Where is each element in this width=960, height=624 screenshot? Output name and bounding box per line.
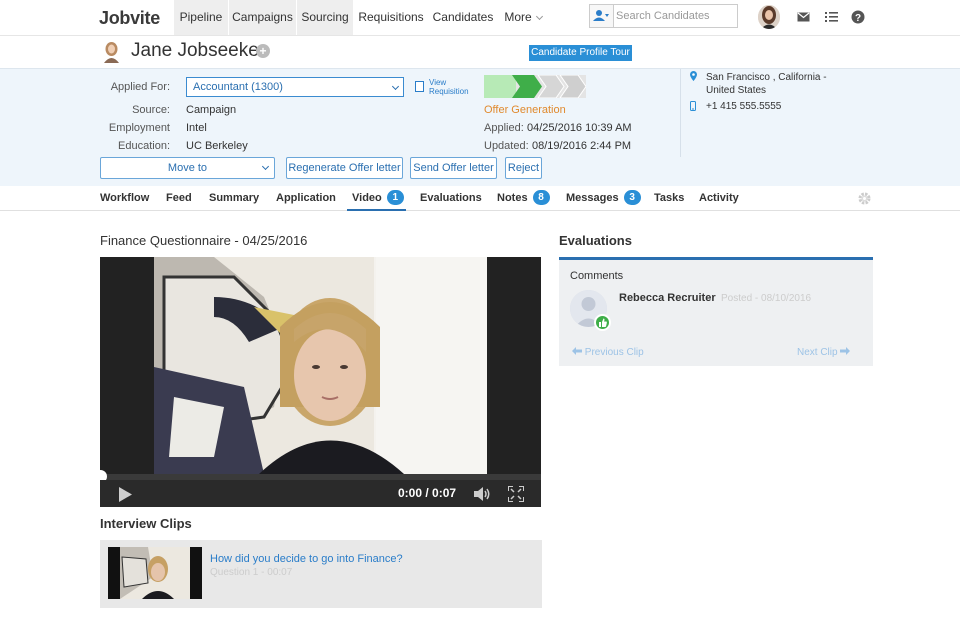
tab-evaluations[interactable]: Evaluations (420, 186, 482, 211)
next-clip-label: Next Clip (797, 347, 838, 358)
evaluations-title: Evaluations (559, 233, 632, 248)
video-controls: 0:00 / 0:07 (100, 480, 541, 507)
fullscreen-icon[interactable] (507, 485, 525, 505)
arrow-right-icon (840, 347, 851, 358)
tab-tasks[interactable]: Tasks (654, 186, 684, 211)
list-item[interactable]: How did you decide to go into Finance? Q… (100, 540, 542, 608)
nav-campaigns[interactable]: Campaigns (229, 0, 296, 35)
updated-date-value: 08/19/2016 2:44 PM (532, 140, 632, 152)
view-requisition-line1: View (429, 78, 447, 87)
chevron-down-icon (535, 12, 543, 21)
chevron-down-icon (391, 82, 400, 91)
video-count-badge: 1 (386, 190, 404, 205)
top-navigation: Jobvite Pipeline Campaigns Sourcing Requ… (0, 0, 960, 36)
pipeline-step-2 (512, 75, 542, 98)
help-icon[interactable]: ? (851, 10, 865, 27)
notes-count-badge: 8 (532, 190, 550, 205)
clip-thumbnail[interactable] (108, 547, 202, 599)
tab-messages[interactable]: Messages 3 (566, 186, 641, 211)
send-offer-letter-button[interactable]: Send Offer letter (410, 157, 497, 179)
nav-pipeline[interactable]: Pipeline (174, 0, 228, 35)
candidate-filter-icon[interactable] (590, 5, 614, 27)
chevron-down-icon (261, 162, 270, 171)
tab-video[interactable]: Video 1 (347, 186, 406, 211)
employment-value: Intel (186, 122, 207, 134)
candidate-avatar (102, 41, 121, 63)
location-line2: United States (706, 85, 767, 96)
tab-feed[interactable]: Feed (166, 186, 192, 211)
tab-notes[interactable]: Notes 8 (497, 186, 550, 211)
move-to-label: Move to (167, 162, 208, 174)
nav-candidates[interactable]: Candidates (430, 0, 496, 35)
interview-clips-title: Interview Clips (100, 516, 192, 531)
nav-more-label: More (504, 10, 532, 24)
previous-clip-label: Previous Clip (584, 347, 644, 358)
candidate-profile-tour-button[interactable]: Candidate Profile Tour (529, 45, 632, 61)
next-clip-link[interactable]: Next Clip (797, 347, 851, 358)
video-time: 0:00 / 0:07 (398, 486, 457, 500)
education-value: UC Berkeley (186, 140, 248, 152)
updated-date-label: Updated: (484, 140, 529, 152)
mail-icon[interactable] (797, 12, 810, 25)
tab-messages-label: Messages (566, 192, 619, 204)
svg-text:?: ? (855, 13, 861, 24)
pipeline-progress (484, 74, 587, 99)
nav-more[interactable]: More (500, 0, 546, 35)
tab-activity[interactable]: Activity (699, 186, 739, 211)
reviewer-name: Rebecca Recruiter (619, 292, 716, 304)
applied-for-label: Applied For: (110, 81, 170, 93)
stage-label: Offer Generation (484, 104, 566, 116)
evaluations-panel: Comments Rebecca Recruiter Posted - 08/1… (559, 257, 873, 366)
add-candidate-icon[interactable]: + (256, 44, 270, 58)
profile-tabs: Workflow Feed Summary Application Video 1… (0, 186, 960, 211)
location-line1: San Francisco , California - (706, 72, 827, 83)
thumbs-up-icon (594, 314, 611, 331)
source-label: Source: (132, 104, 170, 116)
questionnaire-title: Finance Questionnaire - 04/25/2016 (100, 233, 308, 248)
candidate-name: Jane Jobseeker (131, 40, 266, 61)
phone-number[interactable]: +1 415 555.5555 (706, 100, 781, 113)
tab-video-label: Video (352, 192, 382, 204)
source-value: Campaign (186, 104, 237, 116)
gear-icon[interactable] (857, 191, 872, 209)
regenerate-offer-letter-button[interactable]: Regenerate Offer letter (286, 157, 403, 179)
move-to-select[interactable]: Move to (100, 157, 275, 179)
education-label: Education: (118, 140, 170, 152)
mobile-phone-icon (690, 101, 696, 114)
play-icon[interactable] (118, 487, 132, 505)
video-player[interactable]: 0:00 / 0:07 (94, 257, 541, 507)
applied-date-value: 04/25/2016 10:39 AM (527, 122, 632, 134)
clip-question-link[interactable]: How did you decide to go into Finance? (210, 553, 403, 565)
volume-icon[interactable] (474, 487, 492, 504)
location-pin-icon (690, 71, 697, 84)
tab-application[interactable]: Application (276, 186, 336, 211)
jobvite-logo[interactable]: Jobvite (99, 8, 160, 29)
search-candidates (589, 4, 738, 28)
comments-label: Comments (570, 270, 624, 282)
document-icon (415, 81, 424, 92)
pipeline-step-1 (484, 75, 516, 98)
reject-button[interactable]: Reject (505, 157, 542, 179)
task-list-icon[interactable] (825, 11, 838, 26)
divider (680, 69, 681, 157)
user-avatar[interactable] (758, 5, 780, 29)
tab-summary[interactable]: Summary (209, 186, 259, 211)
tab-notes-label: Notes (497, 192, 528, 204)
previous-clip-link[interactable]: Previous Clip (572, 347, 644, 358)
video-frame[interactable] (154, 257, 487, 474)
applied-date-label: Applied: (484, 122, 524, 134)
posted-date: Posted - 08/10/2016 (721, 293, 812, 304)
applied-for-value: Accountant (1300) (193, 81, 283, 93)
tab-workflow[interactable]: Workflow (100, 186, 149, 211)
employment-label: Employment (108, 122, 170, 134)
search-input[interactable] (616, 7, 734, 25)
messages-count-badge: 3 (623, 190, 641, 205)
clip-meta: Question 1 - 00:07 (210, 567, 293, 578)
nav-requisitions[interactable]: Requisitions (356, 0, 426, 35)
arrow-left-icon (572, 347, 585, 358)
applied-for-select[interactable]: Accountant (1300) (186, 77, 404, 97)
view-requisition-line2: Requisition (429, 87, 469, 96)
nav-sourcing[interactable]: Sourcing (297, 0, 353, 35)
